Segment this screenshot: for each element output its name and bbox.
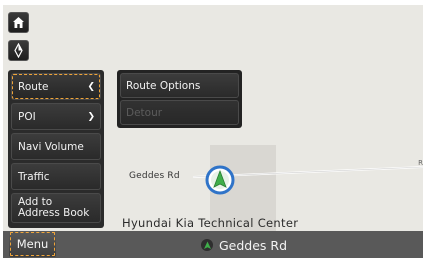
submenu-item-label: Route Options <box>126 79 201 92</box>
current-road-name: Geddes Rd <box>219 237 288 253</box>
menu-item-label-group: Add to Address Book <box>18 197 89 219</box>
chevron-right-icon: ❯ <box>87 111 95 122</box>
map-road-label: Geddes Rd <box>129 171 180 181</box>
menu-item-navi-volume[interactable]: Navi Volume <box>11 133 101 160</box>
menu-item-poi[interactable]: POI ❯ <box>11 103 101 130</box>
map-edge-label: R <box>418 159 423 167</box>
menu-item-traffic[interactable]: Traffic <box>11 163 101 190</box>
menu-button-label: Menu <box>16 237 49 251</box>
route-submenu: Route Options Detour <box>117 70 242 128</box>
chevron-left-icon: ❮ <box>87 81 95 92</box>
menu-item-route[interactable]: Route ❮ <box>11 73 101 100</box>
current-road-display: Geddes Rd <box>201 235 287 255</box>
menu-item-label: POI <box>18 110 36 123</box>
menu-button[interactable]: Menu <box>9 231 56 257</box>
submenu-item-detour: Detour <box>120 100 239 125</box>
current-position-icon <box>201 239 213 251</box>
map-orientation-button[interactable] <box>8 40 29 61</box>
home-button[interactable] <box>8 12 29 33</box>
submenu-item-route-options[interactable]: Route Options <box>120 73 239 98</box>
menu-item-label: Traffic <box>18 170 50 183</box>
map-poi-label: Hyundai Kia Technical Center <box>122 216 299 230</box>
nav-screen: Geddes Rd Hyundai Kia Technical Center R… <box>0 0 426 260</box>
compass-icon <box>14 43 23 58</box>
menu-item-label-line2: Address Book <box>18 207 90 219</box>
menu-item-add-to-address-book[interactable]: Add to Address Book <box>11 193 101 223</box>
submenu-item-label: Detour <box>126 106 163 119</box>
vehicle-position-icon <box>205 165 235 195</box>
menu-panel: Route ❮ POI ❯ Navi Volume Traffic Add to… <box>8 70 104 228</box>
home-icon <box>13 17 24 28</box>
menu-item-label: Route <box>18 80 49 93</box>
menu-item-label: Navi Volume <box>18 140 84 153</box>
